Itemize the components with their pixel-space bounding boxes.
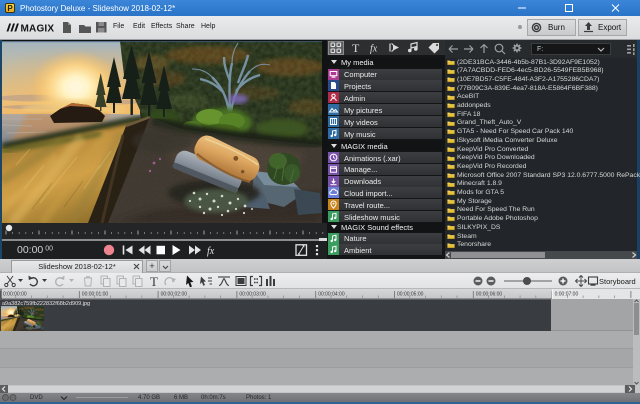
svg-text:00:00:04:00: 00:00:04:00 (318, 292, 345, 298)
svg-text:0:00:07:00: 0:00:07:00 (555, 292, 579, 298)
svg-text:00:00:03:00: 00:00:03:00 (239, 292, 266, 298)
svg-text:00:00:01:00: 00:00:01:00 (82, 292, 109, 298)
svg-text:T: T (150, 274, 158, 289)
svg-text:T: T (352, 41, 360, 55)
svg-text:fx: fx (207, 246, 215, 257)
svg-text:MAGIX: MAGIX (21, 24, 55, 35)
svg-text:00:00:02:00: 00:00:02:00 (161, 292, 188, 298)
svg-text:00:00:05:00: 00:00:05:00 (397, 292, 424, 298)
svg-text:fx: fx (370, 44, 378, 55)
svg-text:0:00:00:00: 0:00:00:00 (3, 292, 27, 298)
svg-text:00:00:06:00: 00:00:06:00 (476, 292, 503, 298)
